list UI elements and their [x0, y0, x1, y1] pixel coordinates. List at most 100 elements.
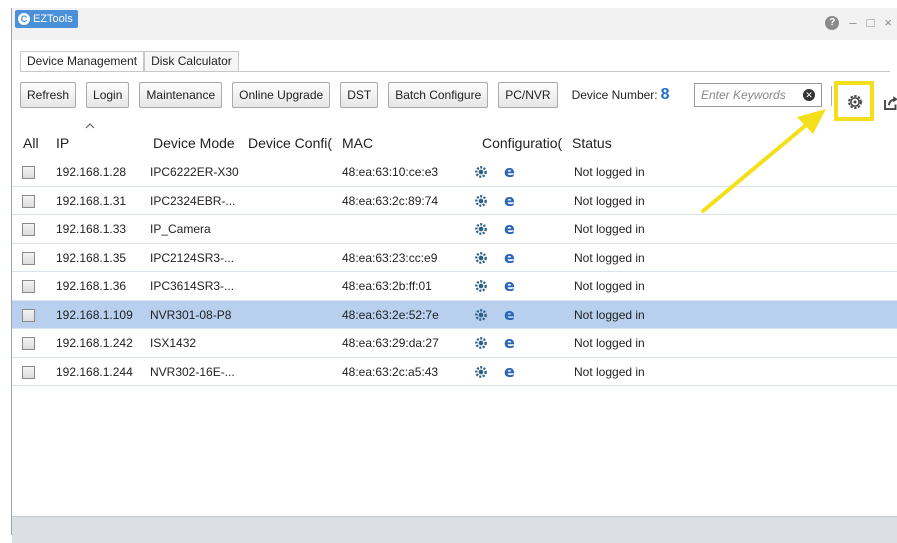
cell-model: NVR302-16E-...	[150, 364, 235, 379]
app-window: C EZTools ? – □ × Device Management Disk…	[11, 8, 897, 543]
refresh-button[interactable]: Refresh	[20, 82, 77, 108]
cell-mac: 48:ea:63:23:cc:e9	[342, 250, 438, 265]
cell-ip: 192.168.1.36	[56, 279, 127, 293]
cell-mac: 48:ea:63:2e:52:7e	[342, 307, 439, 322]
ie-icon[interactable]: e	[504, 362, 515, 381]
app-logo-icon: C	[18, 13, 30, 25]
toolbar-divider	[831, 86, 832, 106]
gear-icon[interactable]	[474, 336, 488, 350]
col-status[interactable]: Status	[572, 135, 612, 151]
batch-configure-button[interactable]: Batch Configure	[388, 82, 489, 108]
ie-icon[interactable]: e	[504, 162, 515, 181]
maximize-icon[interactable]: □	[867, 14, 875, 32]
col-configuration[interactable]: Configuratio(	[482, 135, 568, 151]
tab-device-management[interactable]: Device Management	[20, 51, 145, 71]
table-row[interactable]: 192.168.1.244 NVR302-16E-... 48:ea:63:2c…	[12, 358, 897, 386]
table-row[interactable]: 192.168.1.35 IPC2124SR3-... 48:ea:63:23:…	[12, 244, 897, 272]
ie-icon[interactable]: e	[504, 305, 515, 324]
export-icon[interactable]	[882, 94, 897, 112]
gear-icon[interactable]	[846, 93, 864, 111]
table-row[interactable]: 192.168.1.36 IPC3614SR3-... 48:ea:63:2b:…	[12, 272, 897, 301]
cell-status: Not logged in	[574, 307, 645, 322]
help-icon[interactable]: ?	[825, 16, 840, 30]
cell-mac: 48:ea:63:2b:ff:01	[342, 279, 432, 293]
toolbar: Refresh Login Maintenance Online Upgrade…	[20, 82, 670, 108]
cell-status: Not logged in	[574, 165, 645, 179]
maintenance-button[interactable]: Maintenance	[139, 82, 223, 108]
row-checkbox[interactable]	[22, 280, 35, 293]
col-device-config[interactable]: Device Confi(	[248, 135, 339, 151]
cell-status: Not logged in	[574, 222, 645, 236]
cell-mac: 48:ea:63:29:da:27	[342, 336, 439, 350]
cell-ip: 192.168.1.244	[56, 364, 133, 379]
clear-icon[interactable]: ✕	[803, 89, 815, 101]
sort-asc-icon[interactable]	[85, 123, 95, 129]
ie-icon[interactable]: e	[504, 248, 515, 267]
dst-button[interactable]: DST	[340, 82, 379, 108]
gear-icon[interactable]	[474, 308, 488, 322]
search-input[interactable]: Enter Keywords ✕	[694, 83, 822, 107]
ie-icon[interactable]: e	[504, 191, 515, 210]
ie-icon[interactable]: e	[504, 219, 515, 238]
table-row[interactable]: 192.168.1.33 IP_Camera e Not logged in	[12, 215, 897, 244]
online-upgrade-button[interactable]: Online Upgrade	[232, 82, 331, 108]
pc-nvr-button[interactable]: PC/NVR	[498, 82, 558, 108]
cell-status: Not logged in	[574, 336, 645, 350]
tab-bar: Device Management Disk Calculator	[20, 51, 239, 71]
device-number-label: Device Number:	[571, 88, 658, 102]
cell-status: Not logged in	[574, 364, 645, 379]
minimize-icon[interactable]: –	[849, 14, 856, 32]
gear-icon[interactable]	[474, 251, 488, 265]
col-device-mode[interactable]: Device Mode	[153, 135, 243, 151]
app-title: EZTools	[33, 13, 73, 25]
ie-icon[interactable]: e	[504, 276, 515, 295]
cell-ip: 192.168.1.109	[56, 307, 133, 322]
table-row[interactable]: 192.168.1.31 IPC2324EBR-... 48:ea:63:2c:…	[12, 187, 897, 215]
tab-disk-calculator[interactable]: Disk Calculator	[144, 51, 239, 71]
row-checkbox[interactable]	[22, 223, 35, 236]
cell-model: IPC6222ER-X30	[150, 165, 239, 179]
cell-model: IPC3614SR3-...	[150, 279, 235, 293]
gear-icon[interactable]	[474, 222, 488, 236]
ie-icon[interactable]: e	[504, 333, 515, 352]
window-controls: ? – □ ×	[825, 14, 892, 32]
col-ip[interactable]: IP	[56, 135, 69, 151]
login-button[interactable]: Login	[86, 82, 130, 108]
cell-ip: 192.168.1.31	[56, 193, 127, 208]
cell-status: Not logged in	[574, 279, 645, 293]
device-number-value: 8	[660, 86, 670, 103]
table-row-selected[interactable]: 192.168.1.109 NVR301-08-P8 48:ea:63:2e:5…	[12, 300, 897, 329]
tab-divider	[20, 71, 890, 72]
table-row[interactable]: 192.168.1.242 ISX1432 48:ea:63:29:da:27 …	[12, 329, 897, 358]
status-bar	[12, 516, 897, 543]
row-checkbox[interactable]	[22, 251, 35, 265]
cell-ip: 192.168.1.35	[56, 250, 127, 265]
close-icon[interactable]: ×	[884, 14, 892, 32]
gear-icon[interactable]	[474, 165, 488, 179]
device-table-body: 192.168.1.28 IPC6222ER-X30 48:ea:63:10:c…	[12, 158, 897, 386]
cell-mac: 48:ea:63:2c:a5:43	[342, 364, 439, 379]
col-mac[interactable]: MAC	[342, 135, 373, 151]
row-checkbox[interactable]	[22, 194, 35, 208]
gear-icon[interactable]	[474, 365, 488, 379]
cell-ip: 192.168.1.33	[56, 222, 127, 236]
cell-mac: 48:ea:63:10:ce:e3	[342, 165, 439, 179]
row-checkbox[interactable]	[22, 166, 35, 179]
row-checkbox[interactable]	[22, 365, 35, 379]
cell-ip: 192.168.1.28	[56, 165, 127, 179]
row-checkbox[interactable]	[22, 337, 35, 350]
table-row[interactable]: 192.168.1.28 IPC6222ER-X30 48:ea:63:10:c…	[12, 158, 897, 187]
cell-mac: 48:ea:63:2c:89:74	[342, 193, 439, 208]
table-header: All IP Device Mode Device Confi( MAC Con…	[12, 131, 897, 157]
row-checkbox[interactable]	[22, 308, 35, 322]
cell-status: Not logged in	[574, 193, 645, 208]
cell-model: ISX1432	[150, 336, 197, 350]
gear-icon[interactable]	[474, 194, 488, 208]
device-number: Device Number: 8	[572, 86, 670, 104]
gear-icon[interactable]	[474, 279, 488, 293]
app-badge: C EZTools	[15, 10, 78, 28]
col-all[interactable]: All	[23, 135, 39, 151]
cell-status: Not logged in	[574, 250, 645, 265]
cell-ip: 192.168.1.242	[56, 336, 133, 350]
search-placeholder: Enter Keywords	[701, 88, 786, 102]
